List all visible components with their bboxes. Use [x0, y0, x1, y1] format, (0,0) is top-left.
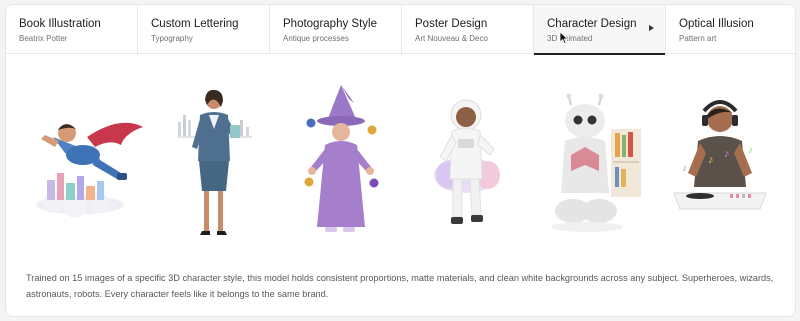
tab-title: Poster Design — [415, 18, 488, 30]
tab-optical-illusion[interactable]: Optical Illusion Pattern art — [666, 5, 795, 54]
robot-figure-image[interactable] — [533, 75, 653, 255]
tab-poster-design[interactable]: Poster Design Art Nouveau & Deco — [402, 5, 534, 54]
model-showcase-card: Book Illustration Beatrix Potter Custom … — [5, 4, 796, 317]
tab-subtitle: Beatrix Potter — [19, 34, 68, 43]
mouse-cursor-icon — [559, 31, 569, 45]
tab-title: Book Illustration — [19, 18, 101, 30]
svg-text:♪: ♪ — [748, 145, 753, 156]
play-icon[interactable] — [649, 25, 654, 31]
tab-subtitle: Antique processes — [283, 34, 349, 43]
tab-subtitle: Typography — [151, 34, 193, 43]
tab-title: Custom Lettering — [151, 18, 239, 30]
svg-text:♪: ♪ — [682, 163, 687, 174]
tab-title: Optical Illusion — [679, 18, 754, 30]
svg-text:♪: ♪ — [708, 154, 714, 166]
tab-subtitle: Pattern art — [679, 34, 717, 43]
tab-subtitle: Art Nouveau & Deco — [415, 34, 488, 43]
businesswoman-figure-image[interactable] — [152, 75, 272, 255]
tab-custom-lettering[interactable]: Custom Lettering Typography — [138, 5, 270, 54]
svg-text:♪: ♪ — [724, 148, 730, 160]
astronaut-figure-image[interactable] — [406, 75, 526, 255]
tab-title: Photography Style — [283, 18, 377, 30]
tab-photography-style[interactable]: Photography Style Antique processes — [270, 5, 402, 54]
tab-title: Character Design — [547, 18, 637, 30]
model-description: Trained on 15 images of a specific 3D ch… — [26, 273, 774, 299]
wizard-figure-image[interactable] — [279, 75, 399, 255]
dj-figure-image[interactable]: ♪ ♪ ♪ ♪ — [660, 75, 780, 255]
character-gallery: ♪ ♪ ♪ ♪ — [25, 75, 775, 255]
tab-book-illustration[interactable]: Book Illustration Beatrix Potter — [6, 5, 138, 54]
style-tabs: Book Illustration Beatrix Potter Custom … — [6, 5, 795, 55]
superhero-figure-image[interactable] — [25, 75, 145, 255]
tab-character-design[interactable]: Character Design 3D animated — [534, 5, 666, 55]
